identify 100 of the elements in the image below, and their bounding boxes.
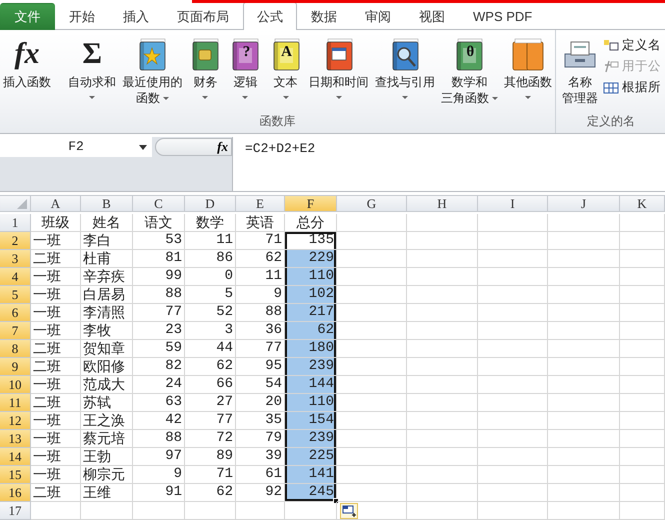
table-cell: 102	[285, 286, 337, 304]
empty-cell	[548, 250, 620, 268]
ribbon-tab[interactable]: 页面布局	[163, 3, 243, 30]
row-header[interactable]: 8	[0, 340, 31, 358]
ribbon-button[interactable]: fx 插入函数	[2, 32, 52, 92]
ribbon-tab[interactable]: 插入	[109, 3, 163, 30]
ribbon-tab[interactable]: 数据	[297, 3, 351, 30]
empty-cell	[478, 232, 548, 250]
ribbon-button[interactable]: 最近使用的 函数	[121, 32, 184, 108]
table-cell: 李白	[81, 232, 133, 250]
table-cell: 柳宗元	[81, 466, 133, 484]
table-cell: 217	[285, 304, 337, 322]
group-label: 函数库	[258, 113, 296, 130]
ribbon-button[interactable]: A 文本	[268, 32, 304, 101]
row-header[interactable]: 6	[0, 304, 31, 322]
triangle-icon	[17, 199, 27, 209]
table-cell: 王勃	[81, 448, 133, 466]
column-header[interactable]: E	[236, 196, 285, 212]
ribbon-tab[interactable]: 视图	[405, 3, 459, 30]
column-header[interactable]: C	[133, 196, 185, 212]
table-cell: 62	[285, 322, 337, 340]
empty-cell	[620, 412, 665, 430]
ribbon-tab[interactable]: WPS PDF	[459, 3, 546, 30]
ribbon-small-button[interactable]: 定义名	[601, 35, 663, 56]
empty-cell	[548, 484, 620, 502]
column-header[interactable]: B	[81, 196, 133, 212]
row-header[interactable]: 15	[0, 466, 31, 484]
row-header[interactable]: 13	[0, 430, 31, 448]
empty-cell	[620, 214, 665, 232]
row-header[interactable]: 5	[0, 286, 31, 304]
column-header[interactable]: G	[337, 196, 407, 212]
empty-cell	[407, 466, 478, 484]
empty-cell	[407, 340, 478, 358]
empty-cell	[407, 430, 478, 448]
row-header[interactable]: 9	[0, 358, 31, 376]
file-tab[interactable]: 文件	[0, 3, 55, 30]
ribbon-small-button[interactable]: 根据所	[601, 77, 663, 98]
insert-function-button[interactable]: fx	[217, 137, 228, 157]
row-header[interactable]: 11	[0, 394, 31, 412]
row-header[interactable]: 2	[0, 232, 31, 250]
ribbon-tab[interactable]: 开始	[55, 3, 109, 30]
row-header[interactable]: 1	[0, 214, 31, 232]
ribbon-button[interactable]: ? 逻辑	[227, 32, 264, 101]
ribbon-button[interactable]: 其他函数	[502, 32, 553, 101]
table-cell: 245	[285, 484, 337, 502]
table-cell: 141	[285, 466, 337, 484]
ribbon-button[interactable]: Σ 自动求和	[67, 32, 118, 101]
row-header[interactable]: 10	[0, 376, 31, 394]
row-header[interactable]: 3	[0, 250, 31, 268]
ribbon-tab[interactable]: 审阅	[351, 3, 405, 30]
table-cell: 24	[133, 376, 185, 394]
empty-cell	[548, 466, 620, 484]
empty-cell	[620, 322, 665, 340]
ribbon-button[interactable]: 查找与引用	[374, 32, 436, 101]
empty-cell	[620, 430, 665, 448]
row-header[interactable]: 12	[0, 412, 31, 430]
empty-cell	[185, 502, 236, 520]
column-header[interactable]: F	[285, 196, 337, 212]
autofill-options-icon[interactable]	[340, 503, 358, 519]
row-header[interactable]: 16	[0, 484, 31, 502]
name-manager-button[interactable]: 名称 管理器	[559, 32, 601, 108]
column-header[interactable]: K	[620, 196, 665, 212]
empty-cell	[478, 394, 548, 412]
name-box[interactable]: F2	[0, 137, 152, 157]
empty-cell	[548, 286, 620, 304]
sum-icon: Σ	[82, 34, 102, 74]
column-header[interactable]: H	[407, 196, 478, 212]
empty-cell	[337, 214, 407, 232]
column-header[interactable]: D	[185, 196, 236, 212]
column-header[interactable]: A	[31, 196, 81, 212]
ribbon-button[interactable]: θ 数学和 三角函数	[440, 32, 499, 108]
table-cell: 李清照	[81, 304, 133, 322]
table-cell: 53	[133, 232, 185, 250]
empty-cell	[478, 484, 548, 502]
table-cell: 贺知章	[81, 340, 133, 358]
ribbon-button[interactable]: 财务	[187, 32, 224, 101]
table-cell: 苏轼	[81, 394, 133, 412]
empty-cell	[407, 304, 478, 322]
row-header[interactable]: 7	[0, 322, 31, 340]
empty-cell	[81, 502, 133, 520]
table-cell: 77	[185, 412, 236, 430]
table-cell: 63	[133, 394, 185, 412]
formula-field[interactable]: =C2+D2+E2	[232, 137, 665, 191]
ribbon-button[interactable]: 日期和时间	[308, 32, 370, 101]
empty-cell	[548, 394, 620, 412]
empty-cell	[620, 304, 665, 322]
empty-cell	[548, 214, 620, 232]
table-cell: 229	[285, 250, 337, 268]
column-header[interactable]: I	[478, 196, 548, 212]
table-cell: 71	[185, 466, 236, 484]
function-icon	[603, 59, 619, 74]
table-cell: 239	[285, 358, 337, 376]
row-header[interactable]: 17	[0, 502, 31, 520]
ribbon-tab[interactable]: 公式	[243, 2, 297, 30]
column-title-cell: 姓名	[81, 214, 133, 232]
table-cell: 11	[185, 232, 236, 250]
row-header[interactable]: 14	[0, 448, 31, 466]
group-label: 定义的名	[586, 113, 636, 130]
column-header[interactable]: J	[548, 196, 620, 212]
row-header[interactable]: 4	[0, 268, 31, 286]
